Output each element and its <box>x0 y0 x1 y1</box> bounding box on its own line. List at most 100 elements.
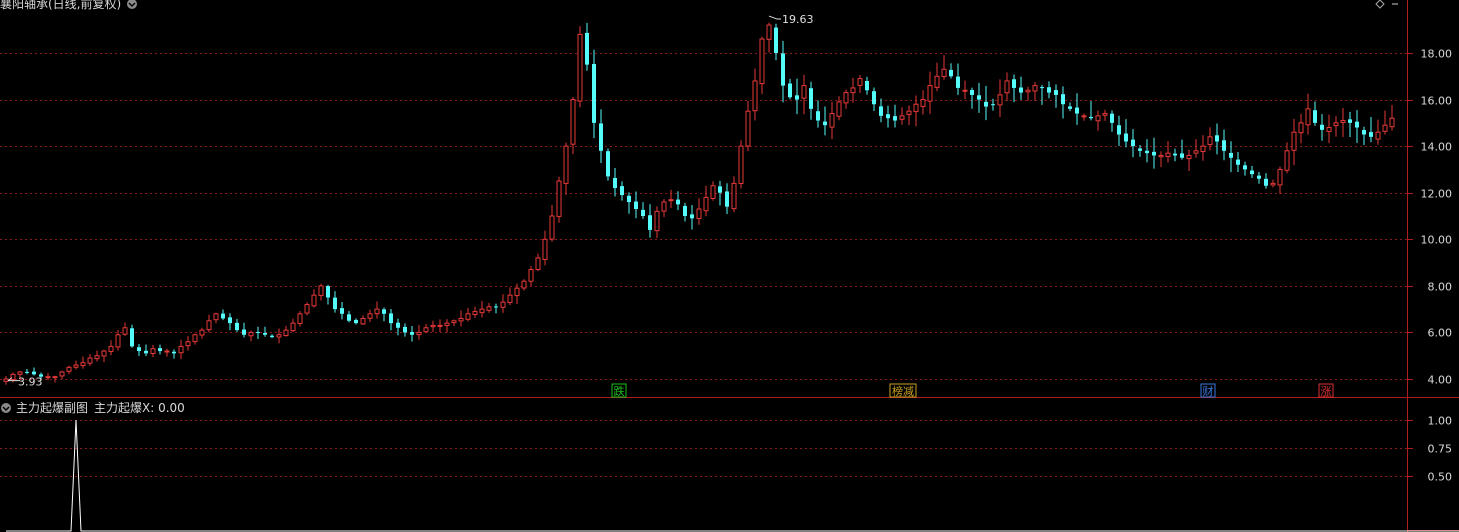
candle[interactable] <box>248 330 254 342</box>
candle[interactable] <box>122 322 128 337</box>
candle[interactable] <box>592 49 596 138</box>
candle[interactable] <box>599 109 603 163</box>
candle[interactable] <box>1054 84 1058 108</box>
candle[interactable] <box>627 192 631 214</box>
candle[interactable] <box>857 75 863 93</box>
candle[interactable] <box>242 322 246 338</box>
title-dropdown-icon[interactable] <box>127 0 137 9</box>
candle[interactable] <box>549 204 555 242</box>
candle[interactable] <box>1117 115 1121 146</box>
candle[interactable] <box>634 191 638 219</box>
candle[interactable] <box>648 204 652 238</box>
candle[interactable] <box>563 142 569 195</box>
candle[interactable] <box>283 325 289 337</box>
candle[interactable] <box>949 63 953 79</box>
candle[interactable] <box>108 340 114 356</box>
candle[interactable] <box>87 354 93 366</box>
candle[interactable] <box>360 315 366 326</box>
candle[interactable] <box>1165 141 1171 163</box>
candle[interactable] <box>1305 93 1311 135</box>
candle[interactable] <box>781 41 785 103</box>
candle[interactable] <box>137 343 141 356</box>
diamond-icon[interactable] <box>1375 0 1385 9</box>
candle[interactable] <box>73 360 79 370</box>
candle[interactable] <box>795 78 799 115</box>
candlestick-series[interactable] <box>3 22 1395 385</box>
candle[interactable] <box>3 375 9 385</box>
candle[interactable] <box>1124 119 1128 148</box>
candle[interactable] <box>696 198 702 225</box>
candle[interactable] <box>144 344 148 357</box>
candle[interactable] <box>507 287 513 305</box>
candle[interactable] <box>1215 123 1219 155</box>
candle[interactable] <box>977 82 981 113</box>
candle[interactable] <box>1333 115 1339 137</box>
candle[interactable] <box>850 77 856 103</box>
candle[interactable] <box>416 325 422 340</box>
candle[interactable] <box>620 181 624 201</box>
event-marker[interactable]: 涨 <box>1318 383 1334 398</box>
candle[interactable] <box>585 22 589 71</box>
candle[interactable] <box>738 140 744 189</box>
candle[interactable] <box>668 189 674 209</box>
candle[interactable] <box>1061 86 1065 119</box>
candle[interactable] <box>228 313 232 331</box>
candle[interactable] <box>318 283 324 301</box>
candle[interactable] <box>1095 110 1101 131</box>
candle[interactable] <box>444 319 450 333</box>
candle[interactable] <box>333 291 337 313</box>
candle[interactable] <box>788 78 792 100</box>
candle[interactable] <box>731 176 737 213</box>
candle[interactable] <box>354 318 358 325</box>
event-marker[interactable]: 榜减 <box>889 383 917 398</box>
candle[interactable] <box>956 63 960 95</box>
candle[interactable] <box>430 320 436 333</box>
candle[interactable] <box>465 307 471 322</box>
candle[interactable] <box>801 74 807 115</box>
candle[interactable] <box>1243 161 1247 176</box>
candle[interactable] <box>192 333 198 345</box>
candle[interactable] <box>1389 104 1395 131</box>
candle[interactable] <box>59 370 65 379</box>
candle[interactable] <box>654 206 660 239</box>
candle[interactable] <box>458 310 464 327</box>
candle[interactable] <box>745 101 751 152</box>
indicator-dropdown-icon[interactable] <box>1 403 11 413</box>
candle[interactable] <box>290 318 296 333</box>
candle[interactable] <box>158 344 162 355</box>
candle[interactable] <box>641 202 645 219</box>
candle[interactable] <box>927 71 933 114</box>
candle[interactable] <box>340 301 344 320</box>
candle[interactable] <box>570 97 576 155</box>
candle[interactable] <box>297 311 303 327</box>
candle[interactable] <box>304 302 310 316</box>
candle[interactable] <box>382 307 386 322</box>
candle[interactable] <box>725 183 729 215</box>
candle[interactable] <box>886 105 890 128</box>
candle[interactable] <box>1040 84 1044 105</box>
candle[interactable] <box>997 79 1003 118</box>
candle[interactable] <box>1200 135 1206 161</box>
candle[interactable] <box>962 80 968 100</box>
candle[interactable] <box>1362 126 1366 145</box>
candle[interactable] <box>1004 72 1010 101</box>
candle[interactable] <box>500 294 506 313</box>
candle[interactable] <box>1068 102 1072 112</box>
candle[interactable] <box>774 23 778 61</box>
candle[interactable] <box>703 185 709 217</box>
candle[interactable] <box>809 81 813 120</box>
candle[interactable] <box>816 100 820 128</box>
candle[interactable] <box>766 22 772 53</box>
candle[interactable] <box>1019 76 1023 100</box>
candle[interactable] <box>164 348 170 357</box>
event-marker[interactable]: 跌 <box>611 383 627 398</box>
candle[interactable] <box>94 350 100 362</box>
candle[interactable] <box>1032 82 1038 101</box>
candle[interactable] <box>270 334 274 339</box>
candle[interactable] <box>542 230 548 266</box>
stock-chart[interactable]: 4.00 6.00 8.00 10.00 12.00 14.00 16.00 18.00 0.… <box>0 0 1459 532</box>
candle[interactable] <box>1145 139 1149 163</box>
candle[interactable] <box>1089 100 1093 121</box>
candle[interactable] <box>1313 101 1317 126</box>
candle[interactable] <box>1270 179 1276 188</box>
